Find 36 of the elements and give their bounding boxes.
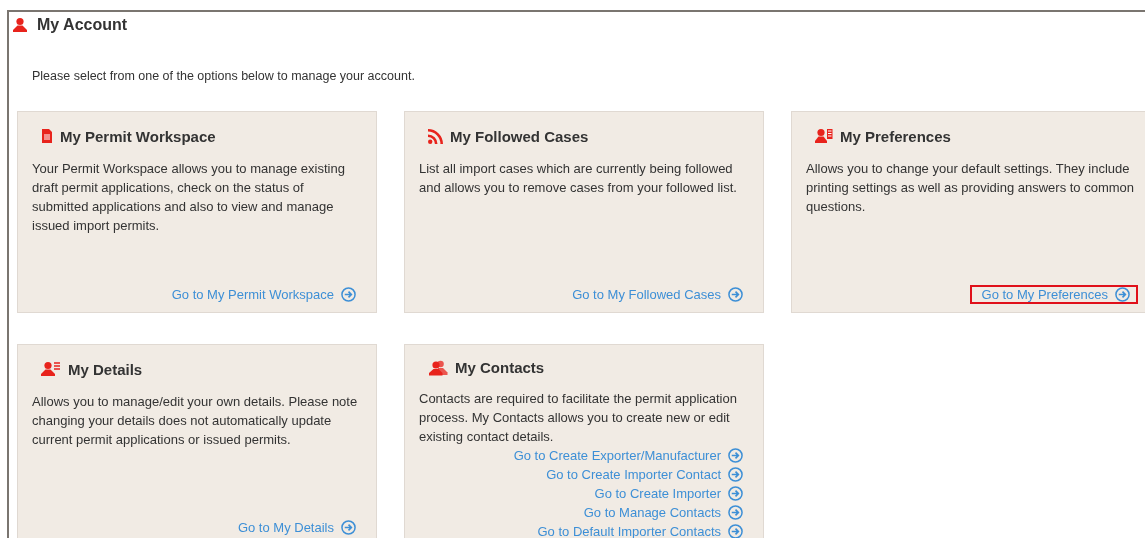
arrow-circle-icon bbox=[728, 524, 743, 538]
card-link[interactable]: Go to Default Importer Contacts bbox=[525, 522, 751, 538]
card-description: Your Permit Workspace allows you to manage existing draft permit applications, check on the status of submitted applications and also to view and manage issued import permits. bbox=[32, 160, 346, 235]
arrow-circle-icon bbox=[1115, 287, 1130, 302]
arrow-circle-icon bbox=[728, 505, 743, 520]
card-link[interactable]: Go to Create Importer bbox=[582, 484, 751, 503]
intro-text: Please select from one of the options below to manage your account. bbox=[32, 69, 416, 85]
person-settings-icon bbox=[815, 128, 833, 144]
people-icon bbox=[428, 359, 448, 376]
card-link[interactable]: Go to My Followed Cases bbox=[560, 285, 751, 304]
card-title: My Contacts bbox=[455, 359, 545, 376]
card-title: My Preferences bbox=[840, 127, 951, 145]
arrow-circle-icon bbox=[341, 287, 356, 302]
document-icon bbox=[41, 129, 53, 143]
rss-icon bbox=[428, 128, 443, 144]
card-description: List all import cases which are currently being followed and allows you to remove cases from your followed list. bbox=[419, 160, 738, 197]
card-title: My Permit Workspace bbox=[60, 127, 216, 145]
page-title: My Account bbox=[37, 16, 128, 34]
card-link[interactable]: Go to Create Importer Contact bbox=[534, 465, 751, 484]
card-link[interactable]: Go to My Permit Workspace bbox=[159, 285, 364, 304]
card-title: My Followed Cases bbox=[450, 127, 589, 145]
arrow-circle-icon bbox=[728, 467, 743, 482]
card-link[interactable]: Go to Create Exporter/Manufacturer bbox=[501, 446, 751, 465]
person-list-icon bbox=[41, 361, 61, 377]
card-description: Allows you to change your default settings. They include printing settings as well as providing answers to common questions. bbox=[806, 160, 1136, 216]
card-description: Contacts are required to facilitate the permit application process. My Contacts allows you to create new or edit existing contact details. bbox=[419, 390, 738, 446]
card-link[interactable]: Go to My Preferences bbox=[969, 285, 1138, 304]
person-icon bbox=[12, 17, 28, 33]
arrow-circle-icon bbox=[728, 287, 743, 302]
arrow-circle-icon bbox=[728, 486, 743, 501]
card-title: My Details bbox=[68, 360, 143, 378]
arrow-circle-icon bbox=[341, 520, 356, 535]
card-link[interactable]: Go to Manage Contacts bbox=[571, 503, 751, 522]
card-link[interactable]: Go to My Details bbox=[225, 518, 364, 537]
card-description: Allows you to manage/edit your own details. Please note changing your details does not automatically update current permit applications or issued permits. bbox=[32, 393, 359, 449]
arrow-circle-icon bbox=[728, 448, 743, 463]
